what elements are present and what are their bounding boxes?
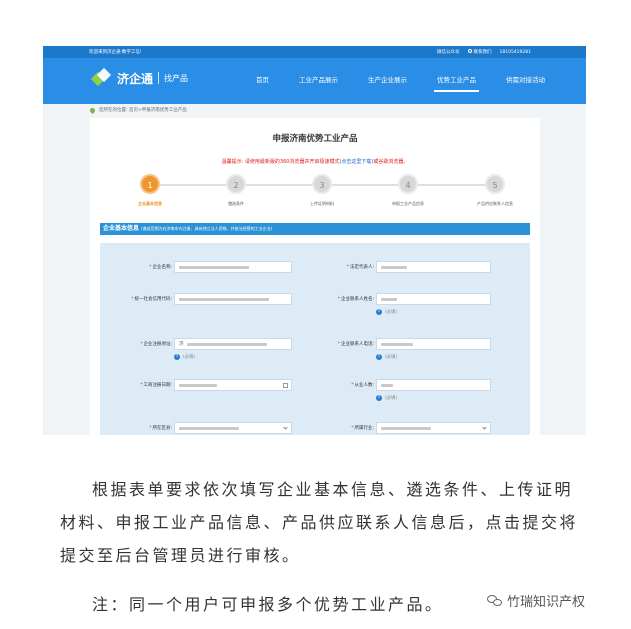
contact-phone-hint: ! (必填) (376, 354, 397, 360)
info-icon: ! (174, 354, 180, 360)
calendar-icon[interactable] (283, 383, 288, 388)
company-name-label: 企业名称: (152, 265, 172, 270)
logo-mark-icon (90, 67, 112, 87)
section-header: 企业基本信息 (遴选范围为在济南市内注册、具有独立法人资格、并依法经营的工业企业) (100, 223, 530, 235)
step-label: 遴选条件 (228, 201, 244, 206)
industry-label: 所属行业: (354, 426, 374, 431)
employees-label: 从业人数: (354, 383, 374, 388)
browser-tip: 温馨提示: 请使用最新版的360浏览器并开启极速模式(点击这里下载)或谷歌浏览器… (90, 158, 540, 165)
required-hint: (必填) (385, 355, 397, 360)
nav-home[interactable]: 首页 (241, 58, 284, 104)
step-number: 5 (485, 174, 505, 194)
company-name-input[interactable] (174, 261, 292, 273)
top-bar: 欢迎来到济企通·数字工信! 微信公众号 联系我们 18105419281 (43, 46, 586, 58)
info-icon: ! (376, 309, 382, 315)
address-value: 济 (179, 342, 184, 347)
contact-name-hint: ! (必填) (376, 309, 397, 315)
step-label: 上传证明材料 (310, 201, 334, 206)
nav-industrial-products[interactable]: 工业产品展示 (284, 58, 353, 104)
screenshot: 欢迎来到济企通·数字工信! 微信公众号 联系我们 18105419281 济企通… (43, 46, 586, 435)
wechat-icon (487, 594, 503, 607)
tip-prefix: 温馨提示: 请使用最新版的360浏览器并开启极速模式 (221, 159, 340, 165)
nav-advantage-products[interactable]: 优势工业产品 (422, 58, 491, 104)
contact-phone-input[interactable] (376, 338, 491, 350)
address-label: 企业注册地址: (143, 342, 172, 347)
employees-input[interactable] (376, 379, 491, 391)
contact-label: 联系我们 (473, 50, 492, 55)
form-area: *企业名称: *法定代表人: *统一社会信用代码: *企业联系人姓名: ! (必填… (100, 243, 530, 435)
step-number: 3 (312, 174, 332, 194)
employees-hint: ! (必填) (376, 395, 397, 401)
logo-sub: 找产品 (164, 73, 189, 83)
location-pin-icon (88, 106, 97, 114)
welcome-text: 欢迎来到济企通·数字工信! (89, 50, 142, 55)
step-5[interactable]: 5 产品供应联系人信息 (455, 174, 535, 207)
step-label: 企业基本信息 (138, 201, 162, 206)
info-icon: ! (376, 395, 382, 401)
address-hint: ! (必填) (174, 354, 195, 360)
page-title: 申报济南优势工业产品 (272, 134, 358, 144)
phone-icon (467, 49, 472, 53)
section-title: 企业基本信息 (103, 225, 140, 232)
logo-name: 济企通 (117, 71, 154, 86)
info-icon: ! (376, 354, 382, 360)
step-3[interactable]: 3 上传证明材料 (282, 174, 362, 207)
contact-name-input[interactable] (376, 293, 491, 305)
nav-supply-demand[interactable]: 供需对接活动 (491, 58, 560, 104)
legal-rep-label: 法定代表人: (349, 265, 374, 270)
instruction-paragraph: 根据表单要求依次填写企业基本信息、遴选条件、上传证明材料、申报工业产品信息、产品… (60, 480, 579, 565)
industry-select[interactable] (376, 422, 491, 434)
download-link[interactable]: (点击这里下载) (339, 159, 373, 165)
address-input[interactable]: 济 (174, 338, 292, 350)
breadcrumb-text[interactable]: 您所在的位置: 首页>申报济南优势工业产品 (99, 107, 187, 113)
section-note: (遴选范围为在济南市内注册、具有独立法人资格、并依法经营的工业企业) (141, 226, 273, 231)
reg-date-label: 工商注册日期: (143, 383, 172, 388)
chevron-down-icon (283, 425, 288, 430)
step-label: 申报工业产品信息 (392, 201, 424, 206)
logo-divider (158, 72, 160, 84)
legal-rep-input[interactable] (376, 261, 491, 273)
header: 济企通 找产品 首页 工业产品展示 生产企业展示 优势工业产品 供需对接活动 (43, 58, 586, 104)
contact-link[interactable]: 联系我们 (467, 49, 492, 55)
watermark-text: 竹瑞知识产权 (507, 595, 586, 610)
tip-suffix: 或谷歌浏览器。 (373, 159, 409, 165)
watermark: 竹瑞知识产权 (487, 591, 585, 610)
step-label: 产品供应联系人信息 (477, 201, 513, 206)
main-nav: 首页 工业产品展示 生产企业展示 优势工业产品 供需对接活动 (241, 58, 560, 104)
step-4[interactable]: 4 申报工业产品信息 (368, 174, 448, 207)
credit-code-label: 统一社会信用代码: (134, 297, 172, 302)
step-number: 1 (140, 174, 160, 194)
phone-number: 18105419281 (499, 49, 532, 55)
step-number: 4 (398, 174, 418, 194)
required-hint: (必填) (183, 355, 195, 360)
nav-manufacturers[interactable]: 生产企业展示 (353, 58, 422, 104)
contact-phone-label: 企业联系人电话: (340, 342, 374, 347)
credit-code-input[interactable] (174, 293, 292, 305)
required-hint: (必填) (385, 396, 397, 401)
step-progress: 1 企业基本信息 2 遴选条件 3 上传证明材料 4 申报工业产品信息 5 产品… (90, 174, 540, 218)
contact-name-label: 企业联系人姓名: (340, 297, 374, 302)
district-label: 所在区县: (152, 426, 172, 431)
wechat-link[interactable]: 微信公众号 (437, 49, 460, 55)
breadcrumb: 您所在的位置: 首页>申报济南优势工业产品 (43, 104, 586, 116)
reg-date-input[interactable] (174, 379, 292, 391)
chevron-down-icon (482, 425, 487, 430)
district-select[interactable] (174, 422, 292, 434)
step-2[interactable]: 2 遴选条件 (196, 174, 276, 207)
step-number: 2 (226, 174, 246, 194)
required-hint: (必填) (385, 310, 397, 315)
logo[interactable]: 济企通 找产品 (90, 67, 189, 87)
step-1[interactable]: 1 企业基本信息 (110, 174, 190, 207)
